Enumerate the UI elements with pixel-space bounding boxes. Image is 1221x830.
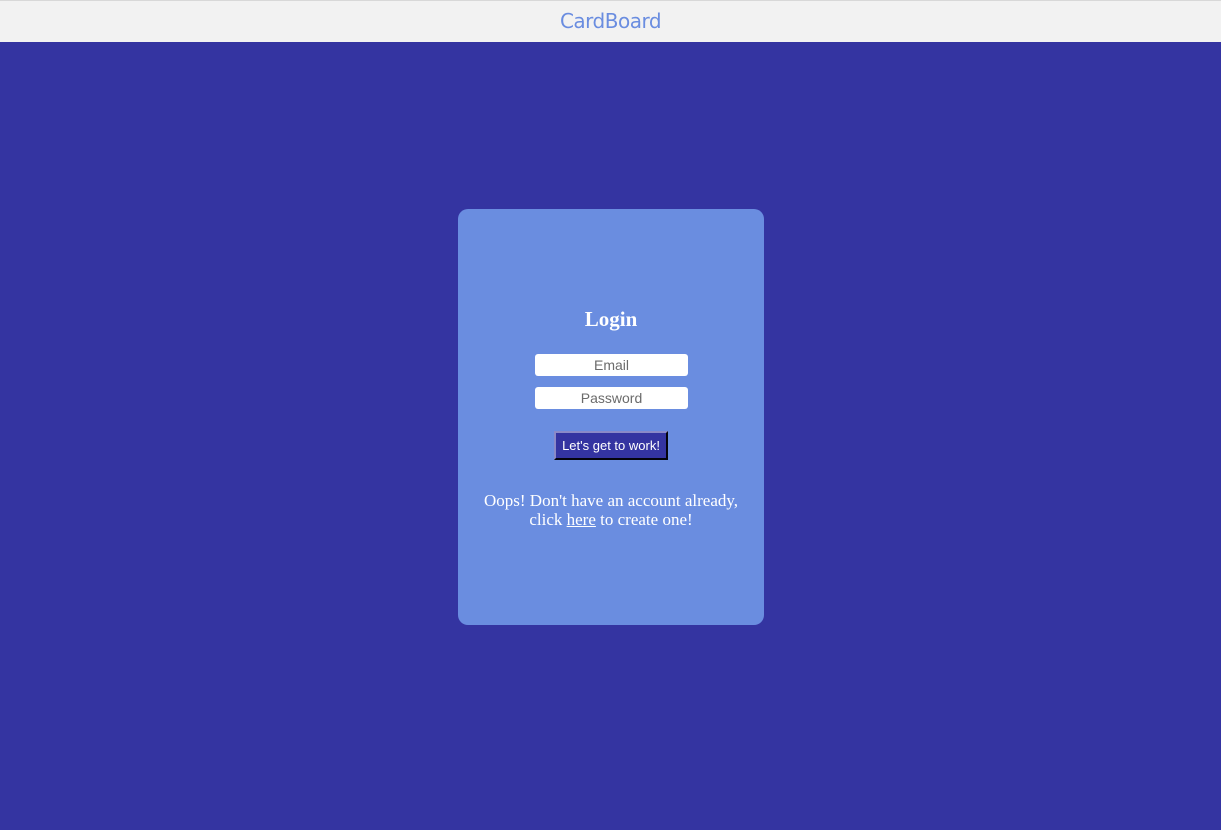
top-bar: CardBoard	[0, 0, 1221, 42]
signup-prompt-line1: Oops! Don't have an account already,	[483, 491, 739, 510]
signup-link[interactable]: here	[567, 510, 596, 529]
login-card: Login Let's get to work! Oops! Don't hav…	[458, 209, 764, 625]
signup-prompt-click: click	[529, 510, 563, 529]
brand-logo[interactable]: CardBoard	[560, 9, 662, 33]
login-submit-button[interactable]: Let's get to work!	[554, 431, 668, 460]
signup-prompt: Oops! Don't have an account already, cli…	[478, 491, 744, 529]
login-title: Login	[584, 307, 638, 331]
signup-prompt-suffix: to create one!	[600, 510, 693, 529]
password-field[interactable]	[535, 387, 688, 409]
email-field[interactable]	[535, 354, 688, 376]
